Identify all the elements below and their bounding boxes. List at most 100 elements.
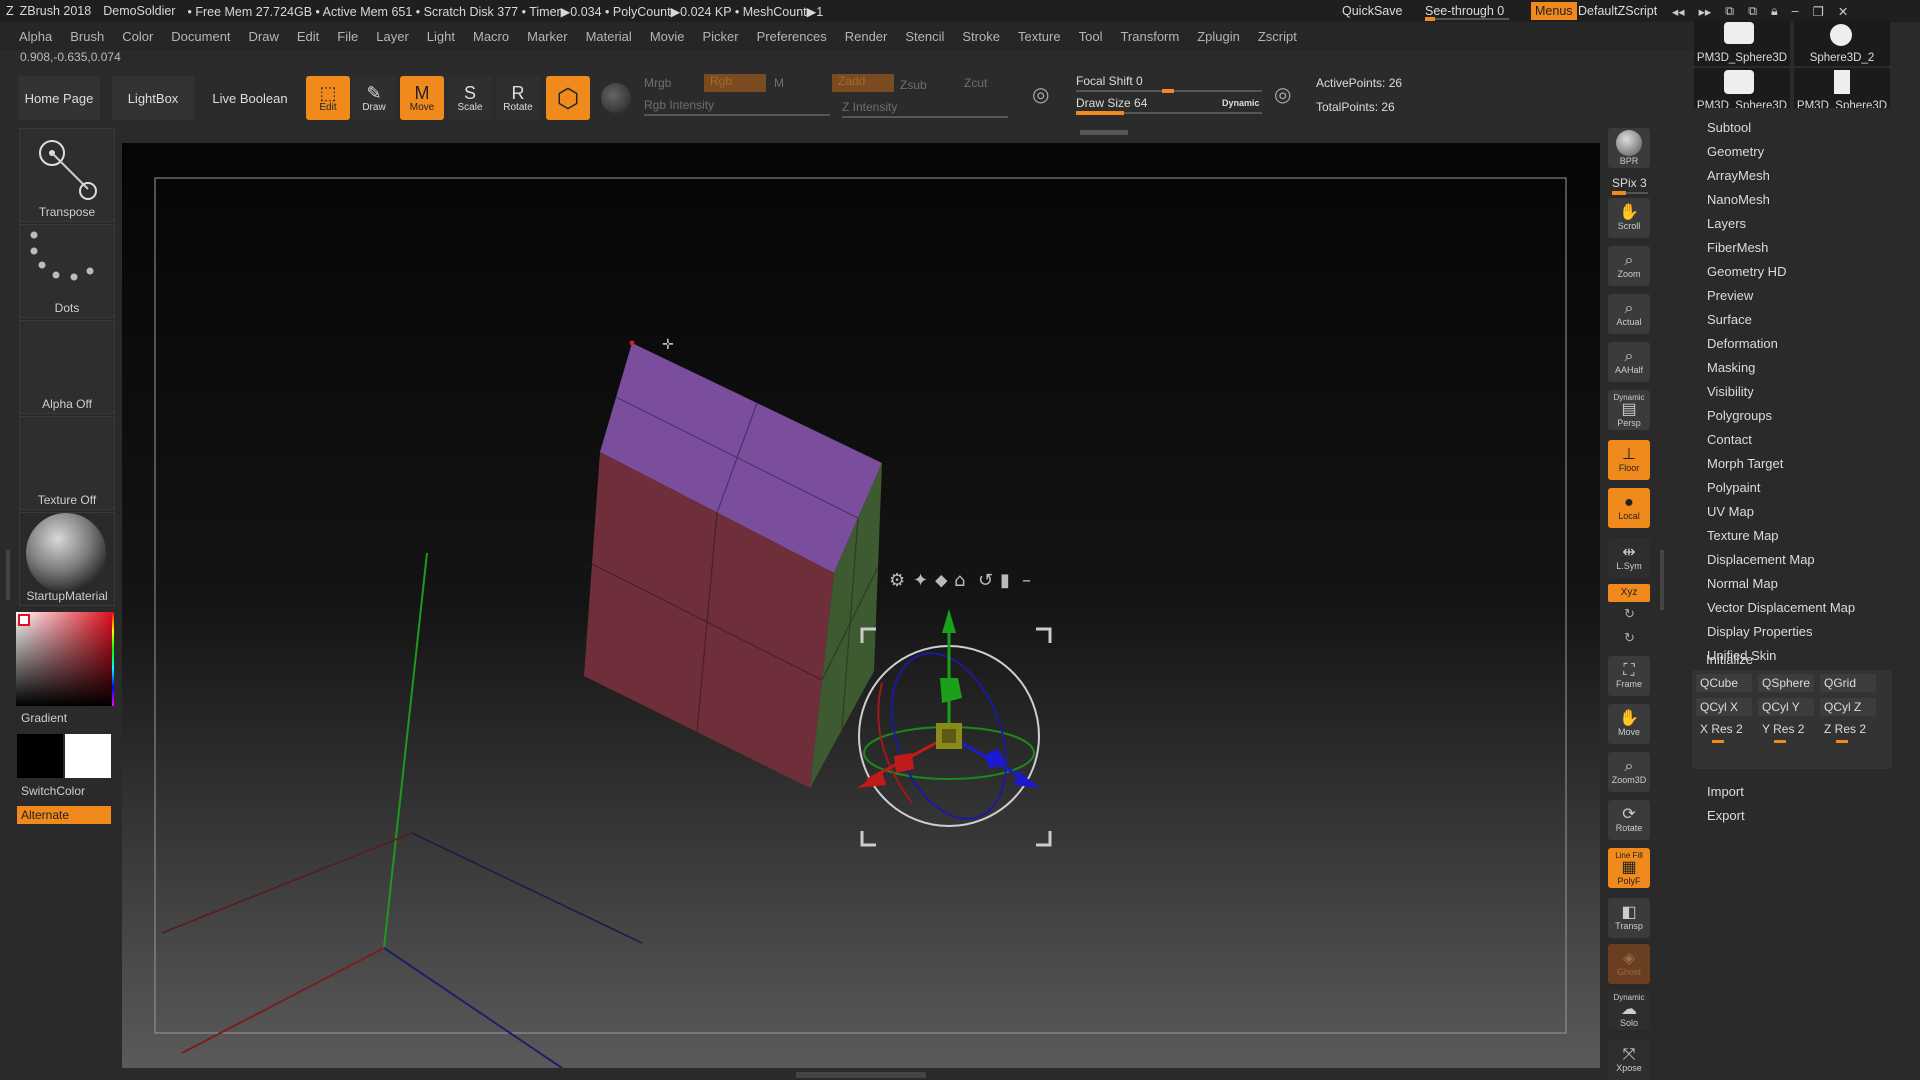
window-layout-2-icon[interactable]: ⧉ <box>1748 4 1757 19</box>
menu-render[interactable]: Render <box>836 29 897 44</box>
menu-light[interactable]: Light <box>418 29 464 44</box>
arrows-icon[interactable]: ◂◂ <box>1672 4 1685 19</box>
palette-layers[interactable]: Layers <box>1707 216 1746 231</box>
material-button[interactable]: StartupMaterial <box>19 512 115 606</box>
move-view-button[interactable]: ✋ Move <box>1608 704 1650 744</box>
menu-layer[interactable]: Layer <box>367 29 418 44</box>
palette-visibility[interactable]: Visibility <box>1707 384 1754 399</box>
palette-nanomesh[interactable]: NanoMesh <box>1707 192 1770 207</box>
palette-masking[interactable]: Masking <box>1707 360 1755 375</box>
menu-color[interactable]: Color <box>113 29 162 44</box>
z-intensity-slider[interactable]: Z Intensity <box>842 100 897 114</box>
rotate-view-button[interactable]: ⟳ Rotate <box>1608 800 1650 840</box>
zoom-button[interactable]: ⌕ Zoom <box>1608 246 1650 286</box>
scale-button[interactable]: S Scale <box>448 76 492 120</box>
palette-geometry[interactable]: Geometry <box>1707 144 1764 159</box>
zcut-toggle[interactable]: Zcut <box>964 76 987 90</box>
gizmo-settings-icon[interactable]: ⚙ <box>889 570 905 591</box>
menu-file[interactable]: File <box>328 29 367 44</box>
palette-geometry-hd[interactable]: Geometry HD <box>1707 264 1786 279</box>
transpose-brush-button[interactable]: Transpose <box>19 128 115 222</box>
shelf-resize-handle[interactable] <box>1080 130 1128 135</box>
material-sphere-icon[interactable] <box>594 76 638 120</box>
gradient-label[interactable]: Gradient <box>21 711 67 725</box>
qcyl-x-button[interactable]: QCyl X <box>1696 698 1752 716</box>
ghost-button[interactable]: ◈ Ghost <box>1608 944 1650 984</box>
rotate-button[interactable]: R Rotate <box>496 76 540 120</box>
close-icon[interactable]: ✕ <box>1838 4 1848 19</box>
menu-tool[interactable]: Tool <box>1070 29 1112 44</box>
dynamic-size-icon[interactable]: ◎ <box>1274 82 1291 107</box>
polyf-button[interactable]: Line Fill ▦ PolyF <box>1608 848 1650 888</box>
zoom3d-button[interactable]: ⌕ Zoom3D <box>1608 752 1650 792</box>
switch-color-button[interactable]: SwitchColor <box>21 784 85 798</box>
menu-draw[interactable]: Draw <box>240 29 288 44</box>
menu-marker[interactable]: Marker <box>518 29 576 44</box>
gizmo-button[interactable]: ⬡ <box>546 76 590 120</box>
xpose-button[interactable]: ⤧ Xpose <box>1608 1040 1650 1080</box>
viewport[interactable]: ✛ ⚙ ✦ ⬥ ⌂ ↺ ▮ – <box>122 143 1600 1068</box>
zsub-toggle[interactable]: Zsub <box>900 78 927 92</box>
dynamic-toggle[interactable]: Dynamic <box>1222 98 1260 108</box>
aahalf-button[interactable]: ⌕ AAHalf <box>1608 342 1650 382</box>
live-boolean-button[interactable]: Live Boolean <box>206 76 294 120</box>
edit-button[interactable]: ⬚ Edit <box>306 76 350 120</box>
menu-brush[interactable]: Brush <box>61 29 113 44</box>
draw-button[interactable]: ✎ Draw <box>352 76 396 120</box>
gizmo-home-icon[interactable]: ⌂ <box>954 570 965 591</box>
menu-macro[interactable]: Macro <box>464 29 518 44</box>
document-canvas[interactable]: ✛ ⚙ ✦ ⬥ ⌂ ↺ ▮ – <box>122 143 1600 1068</box>
alpha-off-button[interactable]: Alpha Off <box>19 320 115 414</box>
initialize-header[interactable]: Initialize <box>1706 652 1753 667</box>
xyz-toggle[interactable]: Xyz <box>1608 584 1650 602</box>
gizmo-location-icon[interactable]: ⬥ <box>935 570 948 591</box>
focal-shift-icon[interactable]: ◎ <box>1032 82 1049 107</box>
palette-contact[interactable]: Contact <box>1707 432 1752 447</box>
lsym-button[interactable]: ⇹ L.Sym <box>1608 538 1650 578</box>
palette-arraymesh[interactable]: ArrayMesh <box>1707 168 1770 183</box>
export-button[interactable]: Export <box>1707 808 1745 823</box>
gizmo-pin-icon[interactable]: ✦ <box>913 570 928 591</box>
tool-thumb[interactable]: PM3D_Sphere3D <box>1694 20 1790 66</box>
left-shelf-scroll[interactable] <box>6 550 10 600</box>
menu-movie[interactable]: Movie <box>641 29 694 44</box>
gizmo-collapse-icon[interactable]: – <box>1022 570 1031 591</box>
y-res-slider[interactable]: Y Res 2 <box>1758 720 1814 738</box>
window-layout-icon[interactable]: ⧉ <box>1725 4 1734 19</box>
solo-button[interactable]: Dynamic ☁ Solo <box>1608 990 1650 1030</box>
qcube-button[interactable]: QCube <box>1696 674 1752 692</box>
minimize-icon[interactable]: – <box>1792 4 1799 18</box>
qcyl-y-button[interactable]: QCyl Y <box>1758 698 1814 716</box>
scroll-button[interactable]: ✋ Scroll <box>1608 198 1650 238</box>
qgrid-button[interactable]: QGrid <box>1820 674 1876 692</box>
lightbox-button[interactable]: LightBox <box>112 76 194 120</box>
menu-transform[interactable]: Transform <box>1111 29 1188 44</box>
palette-surface[interactable]: Surface <box>1707 312 1752 327</box>
actual-button[interactable]: ⌕ Actual <box>1608 294 1650 334</box>
rotate-axis-icon[interactable]: ↻ <box>1624 606 1635 622</box>
palette-deformation[interactable]: Deformation <box>1707 336 1778 351</box>
menu-alpha[interactable]: Alpha <box>10 29 61 44</box>
alternate-toggle[interactable]: Alternate <box>17 806 111 824</box>
menu-document[interactable]: Document <box>162 29 239 44</box>
menu-preferences[interactable]: Preferences <box>748 29 836 44</box>
color-picker[interactable] <box>16 612 112 706</box>
menu-material[interactable]: Material <box>577 29 641 44</box>
palette-uv-map[interactable]: UV Map <box>1707 504 1754 519</box>
qsphere-button[interactable]: QSphere <box>1758 674 1814 692</box>
gizmo-lock-icon[interactable]: ▮ <box>1000 570 1010 591</box>
x-res-slider[interactable]: X Res 2 <box>1696 720 1752 738</box>
palette-polygroups[interactable]: Polygroups <box>1707 408 1772 423</box>
palette-displacement-map[interactable]: Displacement Map <box>1707 552 1815 567</box>
palette-morph-target[interactable]: Morph Target <box>1707 456 1783 471</box>
lock-icon[interactable]: 🔒︎ <box>1771 4 1778 19</box>
mrgb-toggle[interactable]: Mrgb <box>644 76 671 90</box>
palette-normal-map[interactable]: Normal Map <box>1707 576 1778 591</box>
dots-stroke-button[interactable]: Dots <box>19 224 115 318</box>
home-page-button[interactable]: Home Page <box>18 76 100 120</box>
floor-button[interactable]: ⊥ Floor <box>1608 440 1650 480</box>
transp-button[interactable]: ◧ Transp <box>1608 898 1650 938</box>
rgb-intensity-slider[interactable]: Rgb Intensity <box>644 98 714 112</box>
qcyl-z-button[interactable]: QCyl Z <box>1820 698 1876 716</box>
palette-vector-displacement-map[interactable]: Vector Displacement Map <box>1707 600 1855 615</box>
